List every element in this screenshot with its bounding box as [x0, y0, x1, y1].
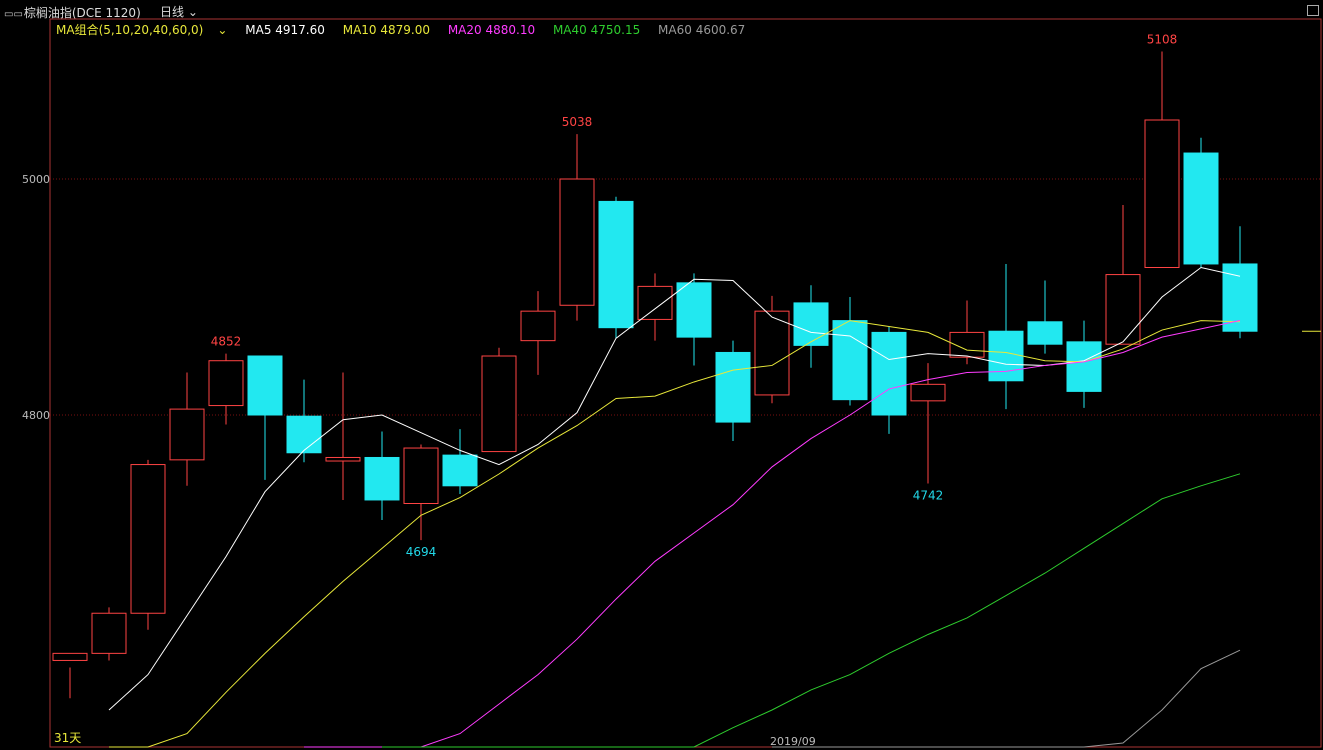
- candle-up[interactable]: [325, 372, 361, 500]
- candle-body: [1027, 321, 1063, 345]
- candle-down[interactable]: [442, 429, 478, 495]
- candle-body: [364, 456, 400, 501]
- candle-body: [442, 454, 478, 487]
- candle-up[interactable]: [559, 134, 595, 321]
- high-price-label: 5108: [1147, 33, 1178, 47]
- candle-up[interactable]: [520, 291, 556, 375]
- candle-body: [832, 320, 868, 401]
- day-count-marker: 31天: [54, 731, 81, 745]
- candle-body: [1105, 274, 1141, 345]
- candle-down[interactable]: [676, 273, 712, 366]
- candle-down[interactable]: [988, 263, 1024, 410]
- candle-body: [715, 351, 751, 423]
- candle-down[interactable]: [871, 326, 907, 434]
- candle-down[interactable]: [598, 196, 634, 339]
- x-axis-label: 2019/09: [770, 735, 816, 748]
- candle-body: [286, 415, 322, 454]
- candle-body: [988, 330, 1024, 382]
- candle-body: [910, 383, 946, 402]
- candle-body: [1183, 152, 1219, 265]
- candle-body: [871, 331, 907, 416]
- candle-body: [1144, 119, 1180, 268]
- title-bar: ▭▭ 棕榈油指(DCE 1120) 日线 ⌄: [0, 0, 1323, 20]
- candle-body: [754, 310, 790, 396]
- candle-body: [559, 178, 595, 306]
- low-price-label: 4694: [406, 545, 437, 559]
- candle-body: [1066, 341, 1102, 392]
- candle-body: [169, 408, 205, 461]
- candle-up[interactable]: [130, 459, 166, 630]
- ma5-line: [108, 266, 1241, 711]
- maximize-button[interactable]: [1307, 5, 1319, 16]
- candle-down[interactable]: [1183, 137, 1219, 268]
- ma40-line: [382, 473, 1241, 748]
- candle-body: [403, 447, 439, 505]
- candle-up[interactable]: [91, 607, 127, 661]
- candle-body: [208, 360, 244, 407]
- candle-down[interactable]: [364, 431, 400, 521]
- candle-body: [481, 355, 517, 453]
- candle-down[interactable]: [832, 297, 868, 406]
- candle-body: [598, 200, 634, 329]
- candle-up[interactable]: [208, 353, 244, 425]
- candle-down[interactable]: [1066, 320, 1102, 408]
- high-price-label: 5038: [562, 115, 593, 129]
- candle-body: [52, 652, 88, 661]
- period-label: 日线: [160, 5, 185, 19]
- candle-body: [520, 310, 556, 342]
- y-tick-label: 4800: [22, 409, 50, 422]
- candle-down[interactable]: [247, 355, 283, 480]
- candle-up[interactable]: [169, 372, 205, 486]
- high-price-label: 4852: [211, 335, 242, 349]
- candle-down[interactable]: [793, 285, 829, 368]
- candle-up[interactable]: [1105, 204, 1141, 345]
- candle-down[interactable]: [715, 340, 751, 441]
- candle-up[interactable]: [949, 300, 985, 365]
- candle-body: [637, 285, 673, 320]
- candle-up[interactable]: [754, 295, 790, 404]
- low-price-label: 4742: [913, 488, 944, 502]
- chevron-down-icon: ⌄: [187, 5, 198, 19]
- ma60-line: [772, 649, 1241, 748]
- candle-up[interactable]: [1144, 51, 1180, 268]
- candle-body: [91, 612, 127, 654]
- candle-body: [247, 355, 283, 416]
- candle-up[interactable]: [52, 652, 88, 699]
- y-tick-label: 5000: [22, 173, 50, 186]
- candle-body: [676, 282, 712, 338]
- candle-body: [325, 456, 361, 462]
- candle-up[interactable]: [481, 347, 517, 453]
- candlestick-chart[interactable]: 5000 4800 2019/09 4852 4694 5038 4742 5108 31天: [0, 18, 1323, 750]
- candle-up[interactable]: [637, 273, 673, 341]
- candle-up[interactable]: [910, 363, 946, 484]
- candle-down[interactable]: [1027, 280, 1063, 354]
- candle-body: [793, 302, 829, 346]
- candle-body: [130, 464, 166, 614]
